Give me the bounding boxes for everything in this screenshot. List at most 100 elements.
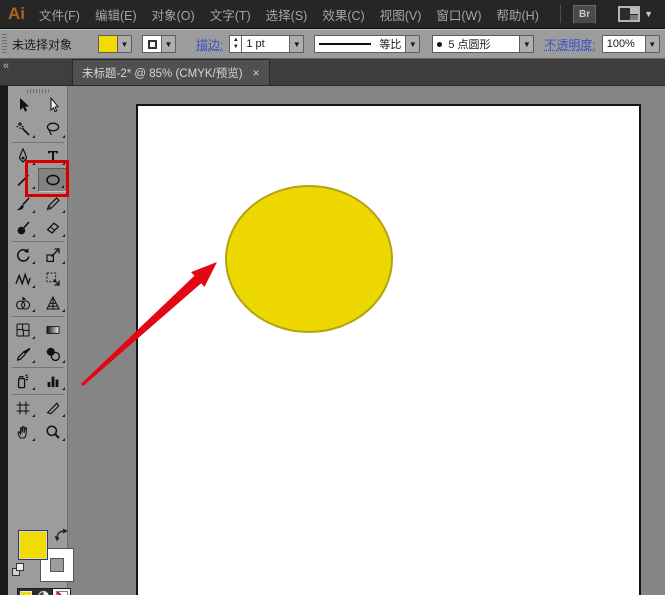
slice-tool[interactable] [38,396,68,420]
mesh-tool[interactable] [8,318,38,342]
dock-edge-strip [0,86,8,595]
flyout-indicator-icon [32,234,35,237]
fill-indicator-swatch[interactable] [18,530,48,560]
artboard[interactable] [136,104,641,595]
opacity-dropdown-button[interactable]: ▼ [645,35,660,53]
pencil-icon [46,197,60,211]
default-fill-stroke-icon[interactable] [12,563,26,577]
scale-tool[interactable] [38,243,68,267]
menu-item[interactable]: 文字(T) [210,5,251,24]
paint-style-buttons [17,588,71,595]
rotate-icon [17,248,30,262]
menu-bar: Ai 文件(F) 编辑(E) 对象(O) 文字(T) 选择(S) 效果(C) 视图(V) 窗口… [0,0,665,29]
eyedropper-tool[interactable] [8,342,38,366]
lasso-tool[interactable] [38,117,68,141]
stroke-panel-link[interactable]: 描边: [196,36,223,53]
none-button[interactable] [53,588,71,595]
perspective-grid-icon [46,295,60,310]
opacity-input[interactable]: 100% [601,35,646,53]
brush-select[interactable]: 5 点圆形 [432,35,521,53]
stroke-weight-dropdown-button[interactable]: ▼ [290,35,305,53]
collapse-panel-icon[interactable]: « [3,60,9,72]
selection-tool[interactable] [8,93,38,117]
menu-item[interactable]: 窗口(W) [436,5,481,24]
symbol-sprayer-tool[interactable] [8,369,38,393]
eraser-tool[interactable] [38,216,68,240]
menu-item[interactable]: 选择(S) [266,5,308,24]
paintbrush-icon [17,197,30,211]
direct-selection-tool[interactable] [38,93,68,117]
stroke-dropdown-button[interactable]: ▼ [162,35,177,53]
document-tab-bar: 未标题-2* @ 85% (CMYK/预览) × [70,59,665,86]
toolbar-collapse-header[interactable]: « [0,59,70,86]
stroke-weight-stepper[interactable]: ▲ ▼ [229,35,243,53]
menu-item[interactable]: 编辑(E) [95,5,137,24]
menu-item[interactable]: 帮助(H) [497,5,539,24]
column-graph-icon [47,376,59,387]
stroke-color-swatch[interactable] [142,35,163,53]
eyedropper-icon [16,347,31,361]
stepper-up-icon[interactable]: ▲ [233,37,239,44]
width-profile-dropdown-button[interactable]: ▼ [406,35,421,53]
stroke-hole-icon [147,39,157,49]
blend-tool[interactable] [38,342,68,366]
free-transform-tool[interactable] [38,267,68,291]
free-transform-icon [46,272,60,286]
document-title: 未标题-2* @ 85% (CMYK/预览) [82,67,243,80]
panel-grip[interactable] [2,34,7,54]
gradient-icon [46,326,60,334]
zoom-icon [46,425,60,439]
color-swatch-icon [20,591,32,595]
flyout-indicator-icon [32,309,35,312]
blend-icon [46,347,61,362]
width-profile-group: 等比 ▼ [314,35,421,53]
column-graph-tool[interactable] [38,369,68,393]
artboard-tool[interactable] [8,396,38,420]
fill-color-swatch[interactable] [98,35,119,53]
menu-item[interactable]: 效果(C) [322,5,364,24]
zoom-tool[interactable] [38,420,68,444]
menu-item[interactable]: 对象(O) [152,5,195,24]
menu-item[interactable]: 视图(V) [380,5,422,24]
hand-tool[interactable] [8,420,38,444]
fill-color-group: ▼ [98,35,133,53]
fill-dropdown-button[interactable]: ▼ [118,35,133,53]
close-icon[interactable]: × [253,67,260,79]
shape-builder-tool[interactable] [8,291,38,315]
gradient-tool[interactable] [38,318,68,342]
stroke-weight-group: ▲ ▼ 1 pt ▼ [229,35,305,53]
chevron-down-icon: ▼ [644,9,653,19]
swap-fill-stroke-icon[interactable] [54,528,69,542]
rotate-tool[interactable] [8,243,38,267]
flyout-indicator-icon [32,135,35,138]
flyout-indicator-icon [62,135,65,138]
width-profile-select[interactable]: 等比 [314,35,407,53]
workspace-switcher-button[interactable]: ▼ [618,6,653,22]
opacity-panel-link[interactable]: 不透明度: [544,36,595,53]
flyout-indicator-icon [32,261,35,264]
shape-builder-icon [16,296,31,310]
brush-dropdown-button[interactable]: ▼ [520,35,535,53]
direct-selection-icon [50,97,59,113]
blob-brush-tool[interactable] [8,216,38,240]
bridge-button[interactable]: Br [573,4,597,24]
flyout-indicator-icon [62,387,65,390]
yellow-ellipse-shape[interactable] [225,185,393,333]
selection-icon [20,98,29,112]
magic-wand-tool[interactable] [8,117,38,141]
eraser-icon [46,222,60,234]
gradient-button[interactable] [35,588,53,595]
width-profile-label: 等比 [379,39,402,51]
stepper-down-icon[interactable]: ▼ [233,44,239,51]
document-tab[interactable]: 未标题-2* @ 85% (CMYK/预览) × [72,59,270,85]
color-button[interactable] [17,588,35,595]
perspective-grid-tool[interactable] [38,291,68,315]
stroke-weight-input[interactable]: 1 pt [242,35,291,53]
flyout-indicator-icon [62,261,65,264]
gradient-icon [38,591,49,595]
flyout-indicator-icon [32,387,35,390]
menu-item[interactable]: 文件(F) [39,5,80,24]
selection-status-label: 未选择对象 [12,37,73,52]
width-tool[interactable] [8,267,38,291]
brush-name-label: 5 点圆形 [448,39,491,51]
